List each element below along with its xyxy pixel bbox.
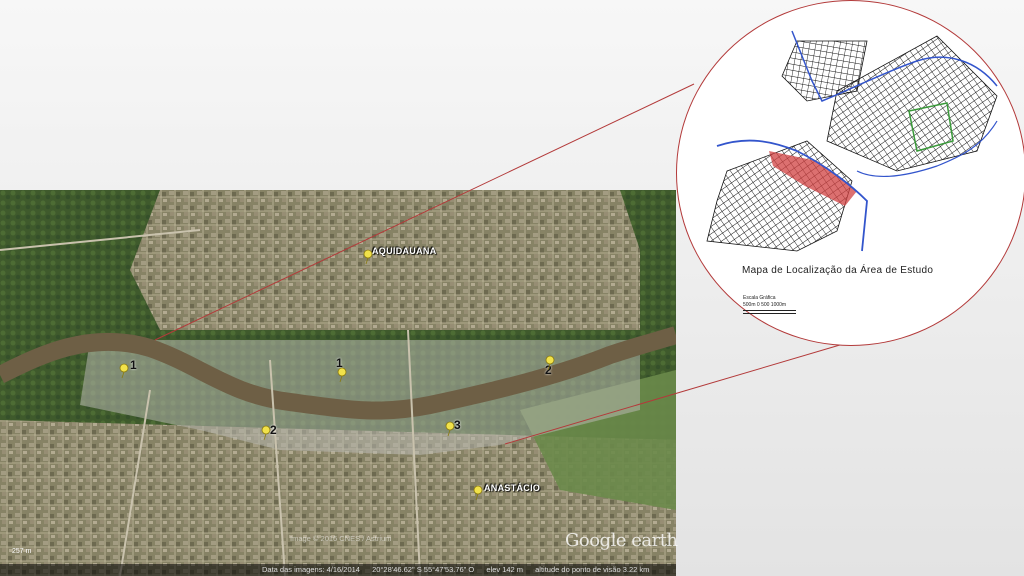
- elevation: elev 142 m: [486, 565, 524, 574]
- scale-title: Escala Gráfica: [743, 295, 776, 301]
- pushpin-icon: [337, 367, 347, 383]
- pushpin-icon: [363, 249, 373, 265]
- inset-map-circle: [676, 0, 1024, 346]
- eye-altitude: altitude do ponto de visão 3.22 km: [535, 565, 650, 574]
- inset-caption: Mapa de Localização da Área de Estudo: [742, 265, 934, 276]
- pushpin-icon: [119, 363, 129, 379]
- pushpin-icons: [119, 249, 555, 501]
- pushpin-icon: [473, 485, 483, 501]
- pushpin-icon: [445, 421, 455, 437]
- coordinates: 20°28'46.62" S 55°47'53.76" O: [372, 565, 475, 574]
- google-earth-watermark: Google earth: [565, 530, 678, 551]
- imagery-date: Data das imagens: 4/16/2014: [262, 565, 360, 574]
- scale-bar: [743, 310, 796, 314]
- scale-ticks: 500m 0 500 1000m: [743, 302, 787, 308]
- status-bar: Data das imagens: 4/16/2014 20°28'46.62"…: [0, 564, 676, 576]
- pushpin-icon: [545, 355, 555, 371]
- inset-street-map: [706, 30, 998, 252]
- pushpin-icon: [261, 425, 271, 441]
- satellite-image: AQUIDAUANA ANASTÁCIO 1 1 2 2 3 Image © 2…: [0, 190, 676, 576]
- map-scale-label: 257 m: [12, 548, 32, 555]
- imagery-credit: Image © 2016 CNES / Astrium: [290, 534, 392, 543]
